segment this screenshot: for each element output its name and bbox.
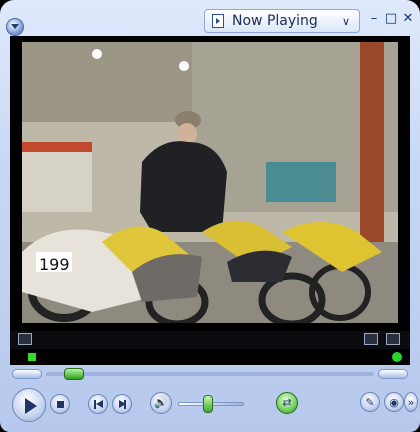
seek-track[interactable] [46,372,374,376]
media-player-window: Now Playing ∨ – □ ✕ 199 🔊 ⇄ ✎ ◉ » [0,0,420,432]
status-indicator [28,353,36,361]
transport-controls: 🔊 ⇄ ✎ ◉ » [0,384,420,432]
edit-button[interactable]: ✎ [360,392,380,412]
fast-forward-icon: ⇄ [282,396,292,409]
switch-view-icon[interactable] [364,333,378,345]
seek-back-button[interactable] [12,369,42,379]
connection-icon [392,352,402,362]
title-bar: Now Playing ∨ – □ ✕ [0,0,420,40]
speaker-icon: 🔊 [154,396,168,409]
switch-to-skin-icon[interactable] [386,333,400,345]
play-button[interactable] [12,388,46,422]
fullscreen-icon[interactable] [18,333,32,345]
svg-text:199: 199 [39,255,70,274]
video-display[interactable]: 199 [22,42,398,323]
media-info-icon: ◉ [389,396,399,409]
volume-thumb[interactable] [203,395,214,413]
minimize-button[interactable]: – [366,11,382,27]
seek-thumb[interactable] [64,368,85,380]
seek-bar[interactable] [12,367,408,381]
maximize-button[interactable]: □ [383,11,399,27]
chevron-down-icon: ∨ [341,14,351,28]
chevron-right-icon: » [407,396,415,409]
previous-button[interactable] [88,394,108,414]
close-button[interactable]: ✕ [400,11,416,27]
seek-forward-button[interactable] [378,369,408,379]
stop-button[interactable] [50,394,70,414]
video-control-strip [10,331,410,349]
now-playing-dropdown[interactable]: Now Playing ∨ [204,9,360,33]
status-bar [10,349,410,365]
edit-icon: ✎ [365,396,375,409]
video-frame: 199 [10,36,410,331]
fast-forward-button[interactable]: ⇄ [276,392,298,414]
mute-button[interactable]: 🔊 [150,392,172,414]
video-frame-image: 199 [22,42,398,323]
menu-orb-icon[interactable] [6,18,24,36]
now-playing-icon [212,14,224,28]
next-button[interactable] [112,394,132,414]
media-info-button[interactable]: ◉ [384,392,404,412]
now-playing-label: Now Playing [232,13,318,29]
more-button[interactable]: » [404,392,418,412]
